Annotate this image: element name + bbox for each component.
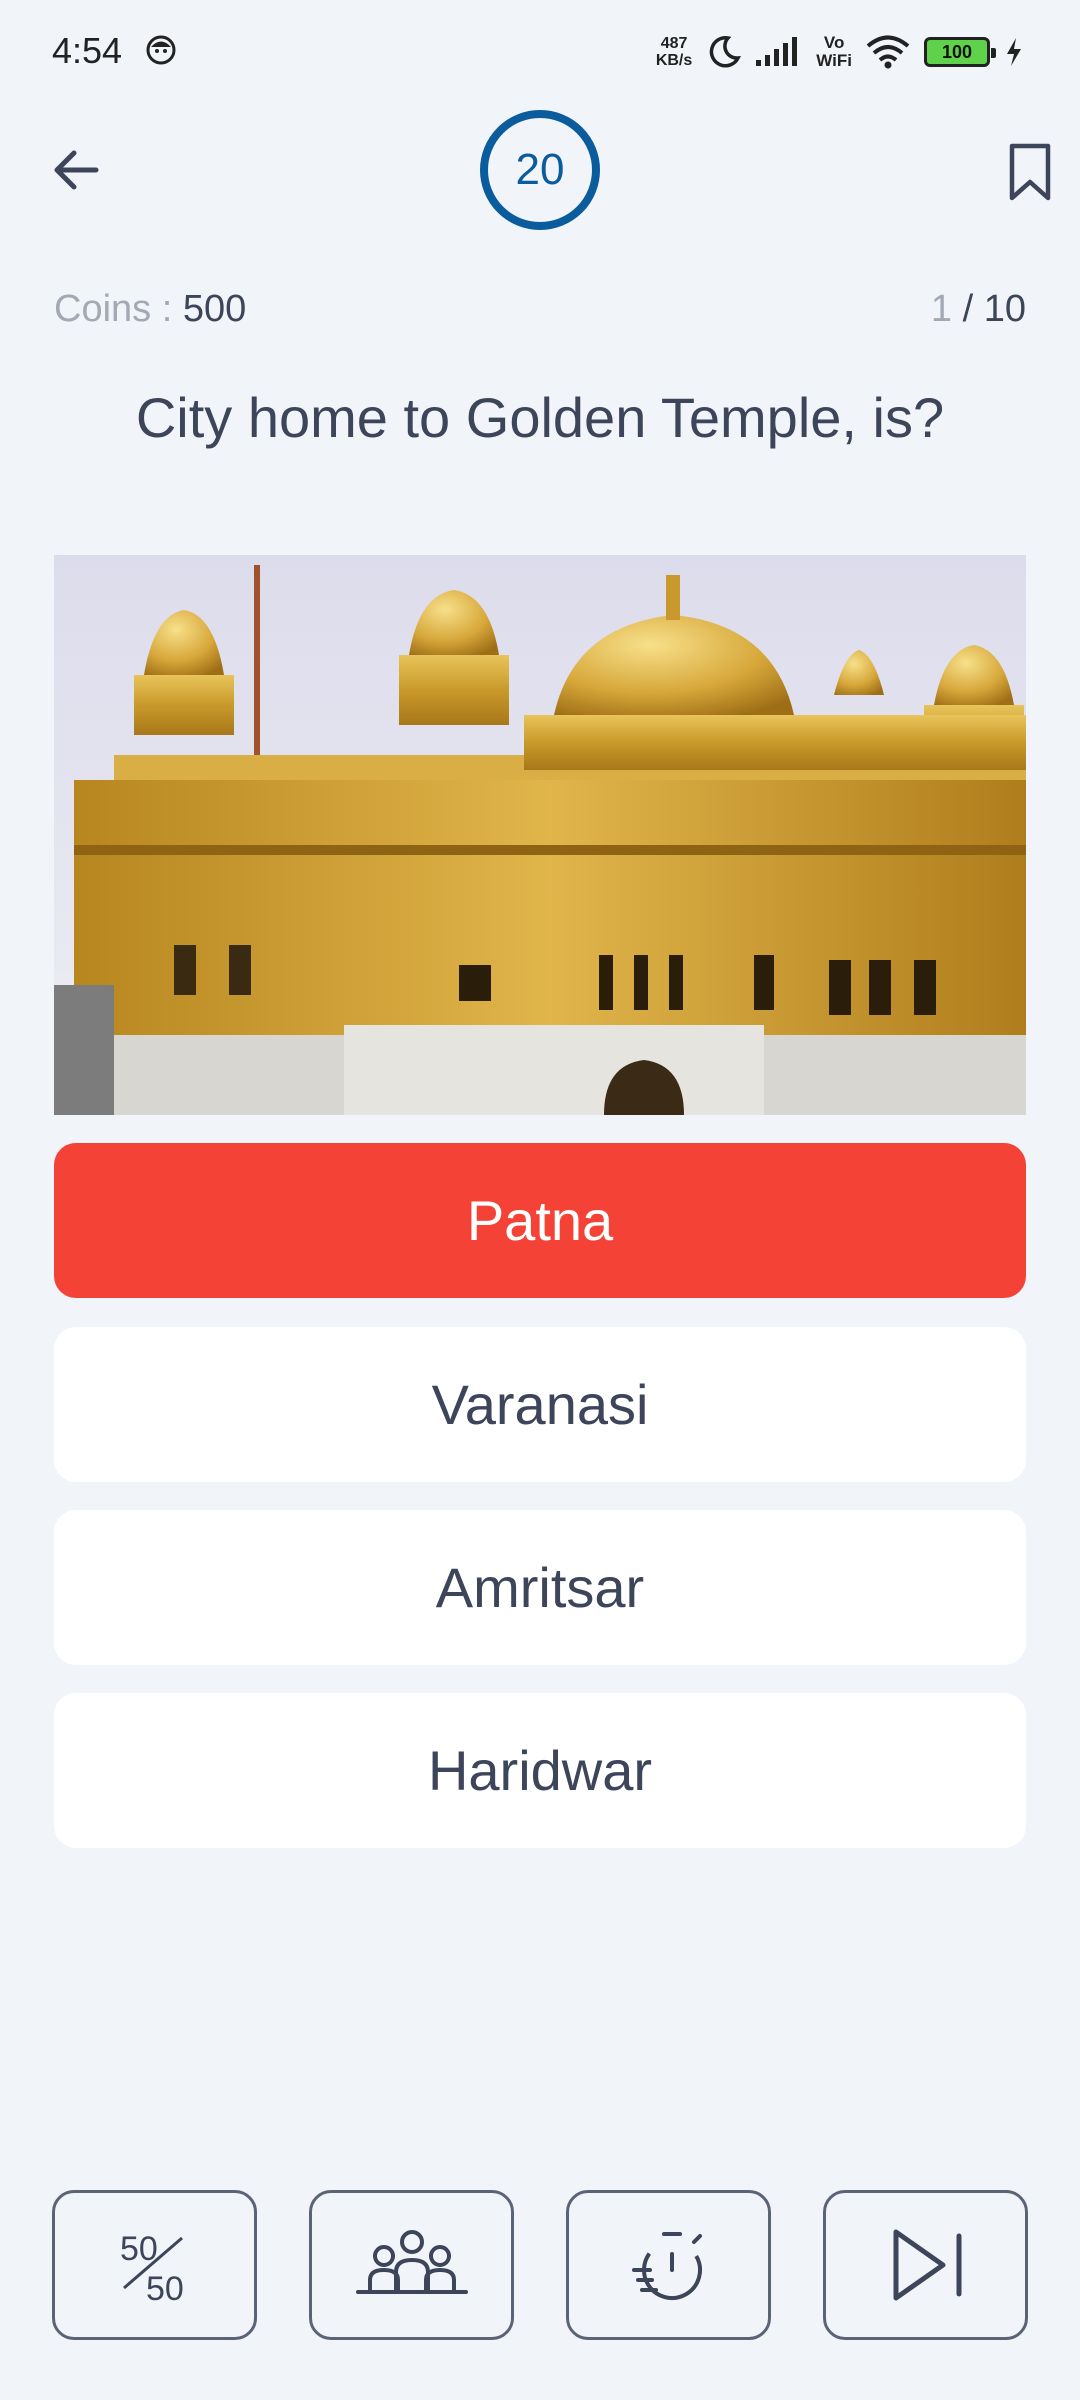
fifty-fifty-button[interactable]: 50 50 (52, 2190, 257, 2340)
countdown-timer: 20 (480, 110, 600, 230)
question-progress: 1 / 10 (931, 288, 1026, 331)
battery-indicator: 100 (924, 37, 996, 67)
question-text: City home to Golden Temple, is? (135, 386, 945, 449)
notification-face-icon (146, 35, 176, 65)
skip-icon (893, 2229, 961, 2301)
audience-poll-icon (355, 2230, 468, 2294)
wifi-icon (866, 35, 910, 69)
moon-icon (709, 36, 742, 68)
fifty-bottom: 50 (146, 2270, 184, 2308)
question-image (54, 555, 1026, 1115)
status-bar: 4:54 487 KB/s Vo WiFi 100 (0, 0, 1080, 100)
vowifi-bottom: WiFi (816, 51, 852, 70)
golden-temple-image (54, 555, 1026, 1115)
vowifi-indicator: Vo WiFi (816, 34, 852, 70)
timer-reset-icon (631, 2232, 702, 2300)
audience-poll-button[interactable] (309, 2190, 514, 2340)
bookmark-icon[interactable] (1005, 142, 1055, 202)
status-time: 4:54 (52, 30, 123, 71)
charging-icon (1007, 38, 1021, 66)
back-arrow-icon[interactable] (48, 140, 108, 200)
progress-total: / 10 (952, 288, 1026, 330)
coins-label: Coins : (54, 288, 183, 330)
fifty-fifty-icon: 50 50 (120, 2230, 184, 2308)
status-icons: 487 KB/s Vo WiFi 100 (656, 28, 1024, 76)
extra-time-button[interactable] (566, 2190, 771, 2340)
net-speed-value: 487 (660, 35, 688, 52)
option-3[interactable]: Amritsar (54, 1510, 1026, 1665)
net-speed: 487 KB/s (656, 35, 692, 69)
option-1[interactable]: Patna (54, 1143, 1026, 1298)
signal-icon (756, 37, 798, 66)
coins-value: 500 (182, 288, 247, 330)
vowifi-top: Vo (823, 33, 845, 52)
skip-question-button[interactable] (823, 2190, 1028, 2340)
option-4[interactable]: Haridwar (54, 1693, 1026, 1848)
option-2[interactable]: Varanasi (54, 1327, 1026, 1482)
progress-current: 1 (930, 288, 953, 330)
net-speed-unit: KB/s (655, 52, 693, 69)
coins-display: Coins : 500 (54, 288, 246, 331)
